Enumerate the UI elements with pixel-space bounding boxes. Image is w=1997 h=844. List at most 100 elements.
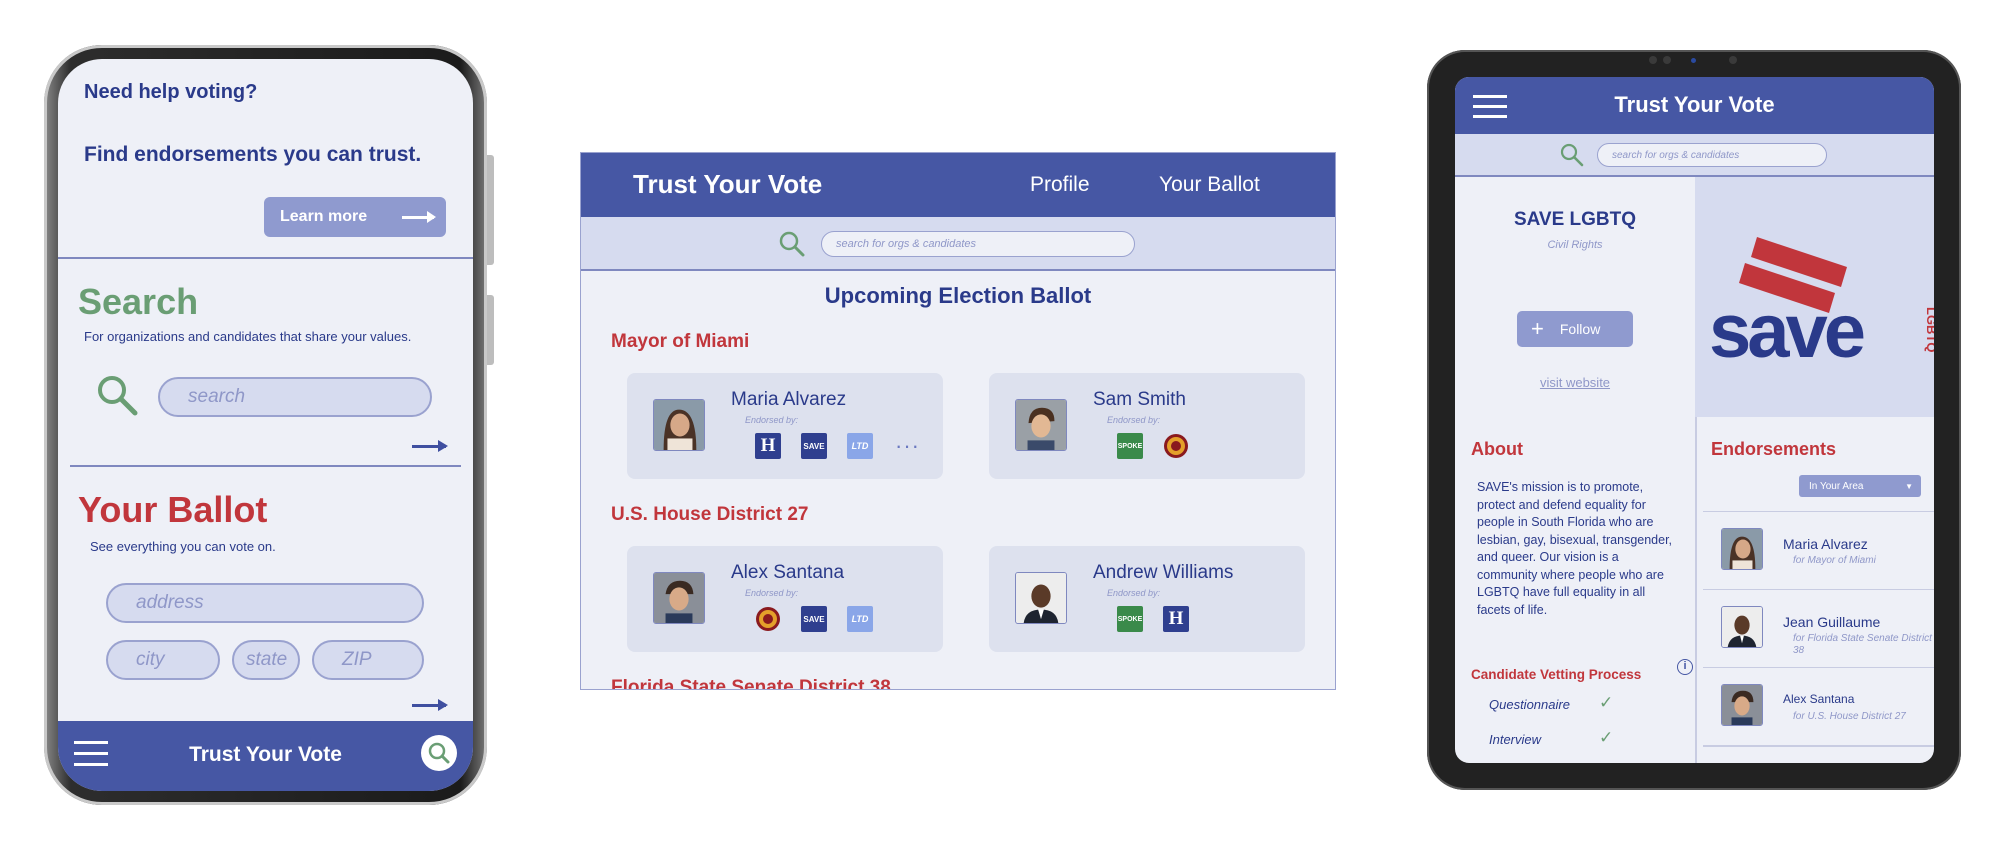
ltd-org-logo[interactable]: LTD bbox=[847, 433, 873, 459]
race-title: Florida State Senate District 38 bbox=[611, 677, 891, 690]
city-field[interactable]: city bbox=[106, 640, 220, 680]
search-input[interactable]: search for orgs & candidates bbox=[1597, 143, 1827, 167]
h-org-logo[interactable]: H bbox=[1163, 606, 1189, 632]
candidate-name: Maria Alvarez bbox=[1783, 536, 1868, 552]
nav-profile[interactable]: Profile bbox=[1030, 173, 1090, 197]
app-title: Trust Your Vote bbox=[1614, 92, 1775, 117]
save-org-logo[interactable]: SAVE bbox=[801, 433, 827, 459]
ltd-org-logo[interactable]: LTD bbox=[847, 606, 873, 632]
red-seal-logo[interactable] bbox=[1163, 433, 1189, 459]
app-title: Trust Your Vote bbox=[189, 743, 342, 766]
phone-mockup: Need help voting? Find endorsements you … bbox=[44, 45, 494, 805]
divider bbox=[1703, 745, 1934, 747]
search-button[interactable] bbox=[421, 735, 457, 771]
save-org-logo[interactable]: SAVE bbox=[801, 606, 827, 632]
endorsements-heading: Endorsements bbox=[1711, 439, 1837, 459]
org-logo: save LGBTQ bbox=[1695, 177, 1934, 417]
h-org-logo[interactable]: H bbox=[755, 433, 781, 459]
about-heading: About bbox=[1471, 439, 1523, 459]
phone-side-button bbox=[487, 155, 494, 265]
address-field[interactable]: address bbox=[106, 583, 424, 623]
zip-field[interactable]: ZIP bbox=[312, 640, 424, 680]
arrow-right-icon[interactable] bbox=[412, 440, 448, 452]
endorsement-row[interactable]: Jean Guillaume for Florida State Senate … bbox=[1703, 589, 1934, 667]
candidate-photo bbox=[1721, 684, 1763, 726]
candidate-card[interactable]: Maria Alvarez Endorsed by: H SAVE LTD ··… bbox=[627, 373, 943, 479]
candidate-name: Jean Guillaume bbox=[1783, 614, 1881, 630]
candidate-photo bbox=[1015, 399, 1067, 451]
ballot-heading: Your Ballot bbox=[78, 489, 268, 530]
candidate-name: Sam Smith bbox=[1093, 389, 1186, 410]
top-nav: Trust Your Vote bbox=[1455, 77, 1934, 134]
search-input[interactable]: search for orgs & candidates bbox=[821, 231, 1135, 257]
endorsed-label: Endorsed by: bbox=[1107, 415, 1161, 425]
red-seal-logo[interactable] bbox=[755, 606, 781, 632]
candidate-photo bbox=[1721, 528, 1763, 570]
camera-dot bbox=[1663, 56, 1671, 64]
candidate-photo bbox=[653, 572, 705, 624]
check-icon: ✓ bbox=[1599, 693, 1614, 712]
org-category: Civil Rights bbox=[1547, 239, 1603, 251]
search-input[interactable]: search bbox=[158, 377, 432, 417]
candidate-name: Maria Alvarez bbox=[731, 389, 847, 410]
search-bar: search for orgs & candidates bbox=[1455, 134, 1934, 177]
desktop-mockup: Trust Your Vote Profile Your Ballot sear… bbox=[580, 152, 1336, 690]
learn-more-button[interactable]: Learn more bbox=[264, 197, 446, 237]
green-org-logo[interactable]: SPOKE bbox=[1117, 606, 1143, 632]
candidate-photo bbox=[653, 399, 705, 451]
check-icon: ✓ bbox=[1599, 728, 1614, 747]
arrow-right-icon[interactable] bbox=[412, 699, 448, 711]
candidate-name: Alex Santana bbox=[1783, 692, 1855, 706]
org-header: SAVE LGBTQ Civil Rights + Follow visit w… bbox=[1455, 177, 1695, 417]
race-title: Mayor of Miami bbox=[611, 331, 750, 352]
org-name: SAVE LGBTQ bbox=[1513, 209, 1637, 230]
green-org-logo[interactable]: SPOKE bbox=[1117, 433, 1143, 459]
candidate-race: for Florida State Senate District 38 bbox=[1793, 633, 1932, 656]
follow-button[interactable]: + Follow bbox=[1517, 311, 1633, 347]
endorsed-label: Endorsed by: bbox=[1107, 588, 1161, 598]
more-icon[interactable]: ··· bbox=[895, 433, 920, 459]
endorsement-row[interactable]: Maria Alvarez for Mayor of Miami bbox=[1703, 511, 1934, 589]
area-filter-dropdown[interactable]: In Your Area ▼ bbox=[1799, 475, 1921, 497]
candidate-name: Andrew Williams bbox=[1093, 562, 1234, 583]
candidate-card[interactable]: Andrew Williams Endorsed by: SPOKE H bbox=[989, 546, 1305, 652]
divider bbox=[58, 257, 473, 259]
help-text: Need help voting? bbox=[84, 81, 258, 103]
state-field[interactable]: state bbox=[232, 640, 300, 680]
candidate-race: for Mayor of Miami bbox=[1793, 555, 1876, 566]
ballot-subtitle: See everything you can vote on. bbox=[90, 539, 276, 554]
tablet-screen: Trust Your Vote search for orgs & candid… bbox=[1455, 77, 1934, 763]
search-icon bbox=[779, 231, 805, 257]
camera-dot bbox=[1649, 56, 1657, 64]
candidate-photo bbox=[1721, 606, 1763, 648]
race-title: U.S. House District 27 bbox=[611, 504, 809, 525]
arrow-right-icon bbox=[402, 211, 436, 223]
candidate-name: Alex Santana bbox=[731, 562, 845, 583]
camera-dot bbox=[1691, 58, 1696, 63]
candidate-card[interactable]: Sam Smith Endorsed by: SPOKE bbox=[989, 373, 1305, 479]
search-icon bbox=[98, 376, 138, 416]
vetting-item: Interview bbox=[1489, 732, 1542, 747]
app-title[interactable]: Trust Your Vote bbox=[633, 169, 822, 200]
info-icon[interactable]: i bbox=[1677, 659, 1693, 675]
search-bar: search for orgs & candidates bbox=[581, 217, 1335, 271]
chevron-down-icon: ▼ bbox=[1905, 481, 1913, 491]
top-nav: Trust Your Vote Profile Your Ballot bbox=[581, 153, 1335, 217]
learn-more-label: Learn more bbox=[280, 208, 368, 225]
visit-website-link[interactable]: visit website bbox=[1455, 375, 1695, 390]
filter-label: In Your Area bbox=[1809, 480, 1864, 492]
candidate-card[interactable]: Alex Santana Endorsed by: SAVE LTD bbox=[627, 546, 943, 652]
candidate-photo bbox=[1015, 572, 1067, 624]
about-text: SAVE's mission is to promote, protect an… bbox=[1477, 480, 1673, 617]
search-icon bbox=[428, 742, 450, 764]
nav-your-ballot[interactable]: Your Ballot bbox=[1159, 173, 1260, 197]
endorsement-row[interactable]: Alex Santana for U.S. House District 27 bbox=[1703, 667, 1934, 745]
divider bbox=[70, 465, 461, 467]
vetting-item: Questionnaire bbox=[1489, 697, 1570, 712]
bottom-bar: Trust Your Vote bbox=[58, 721, 473, 791]
logo-sub: LGBTQ bbox=[1924, 307, 1934, 353]
save-lgbtq-logo: save LGBTQ bbox=[1709, 237, 1934, 374]
search-subtitle: For organizations and candidates that sh… bbox=[84, 329, 412, 344]
endorsed-label: Endorsed by: bbox=[745, 588, 799, 598]
vetting-heading: Candidate Vetting Process bbox=[1471, 667, 1642, 682]
